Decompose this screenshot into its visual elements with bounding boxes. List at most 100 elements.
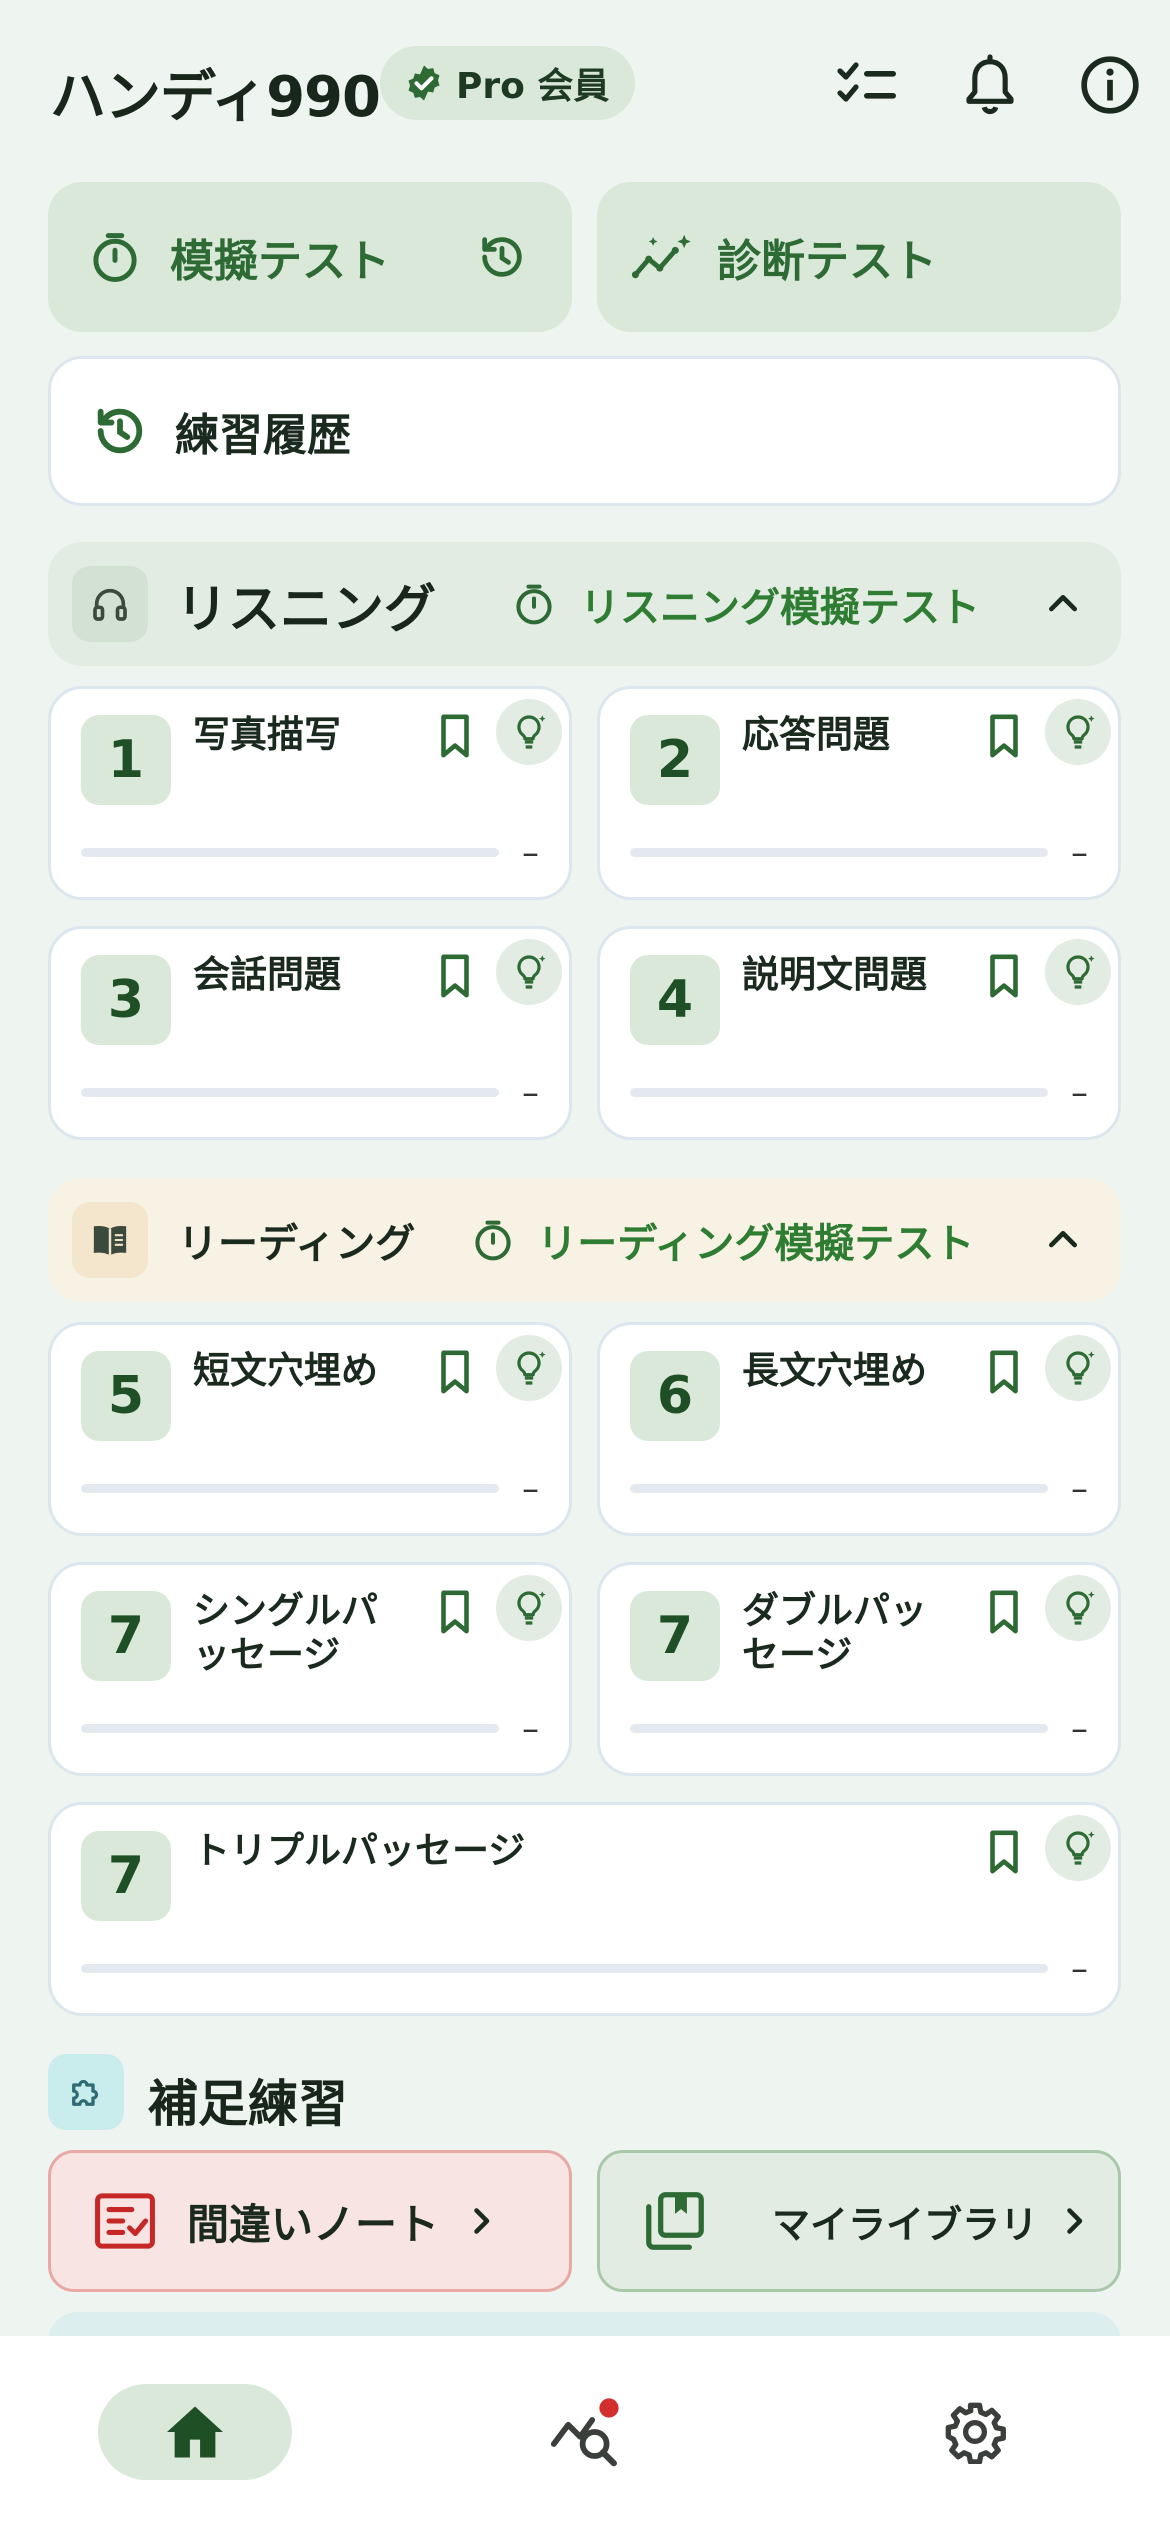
history-icon[interactable] xyxy=(476,231,528,283)
lightbulb-sparkle-icon[interactable] xyxy=(496,1575,562,1641)
progress-bar xyxy=(630,848,1048,857)
nav-settings[interactable] xyxy=(925,2384,1025,2480)
bookmark-icon[interactable] xyxy=(984,1829,1024,1875)
progress-bar xyxy=(81,1724,499,1733)
timer-icon xyxy=(475,1220,511,1261)
score-value: – xyxy=(522,1709,539,1749)
part-title-line: シングルパ xyxy=(193,1589,378,1632)
part-title: 会話問題 xyxy=(193,953,341,996)
nav-analytics[interactable] xyxy=(535,2384,635,2480)
score-value: – xyxy=(1071,1469,1088,1509)
part-title: シングルパ ッセージ xyxy=(193,1589,378,1678)
part-card[interactable]: 7 ダブルパッ セージ – xyxy=(597,1562,1121,1776)
bookmark-icon[interactable] xyxy=(435,953,475,999)
bell-icon[interactable] xyxy=(955,50,1025,120)
part-number: 5 xyxy=(81,1351,171,1441)
my-library-button[interactable]: マイライブラリ xyxy=(597,2150,1121,2292)
score-value: – xyxy=(1071,1949,1088,1989)
mistake-notes-button[interactable]: 間違いノート xyxy=(48,2150,572,2292)
pro-member-badge[interactable]: Pro 会員 xyxy=(380,46,636,120)
chevron-up-icon[interactable] xyxy=(1043,584,1083,624)
lightbulb-sparkle-icon[interactable] xyxy=(496,1335,562,1401)
practice-history-label: 練習履歴 xyxy=(175,410,351,461)
app-title: ハンディ990 xyxy=(50,65,381,130)
part-title: ダブルパッ セージ xyxy=(742,1589,927,1678)
chevron-up-icon[interactable] xyxy=(1043,1220,1083,1260)
progress-bar xyxy=(630,1484,1048,1493)
reading-title: リーディング xyxy=(178,1221,416,1267)
bookmark-icon[interactable] xyxy=(984,1589,1024,1635)
progress-bar xyxy=(630,1088,1048,1097)
part-number: 3 xyxy=(81,955,171,1045)
part-number: 1 xyxy=(81,715,171,805)
part-title: 応答問題 xyxy=(742,713,890,756)
settings-icon xyxy=(945,2402,1006,2464)
part-title: 写真描写 xyxy=(193,713,341,756)
score-value: – xyxy=(522,1469,539,1509)
part-card[interactable]: 6 長文穴埋め – xyxy=(597,1322,1121,1536)
part-card[interactable]: 7 トリプルパッセージ – xyxy=(48,1802,1121,2016)
lightbulb-sparkle-icon[interactable] xyxy=(1045,1575,1111,1641)
bookmark-icon[interactable] xyxy=(984,1349,1024,1395)
bottom-navigation xyxy=(0,2336,1170,2532)
supplementary-title: 補足練習 xyxy=(148,2075,348,2133)
practice-history-button[interactable]: 練習履歴 xyxy=(48,356,1121,506)
bookmark-icon[interactable] xyxy=(984,953,1024,999)
part-title-line: ッセージ xyxy=(193,1633,341,1677)
progress-bar xyxy=(81,1484,499,1493)
analytics-icon xyxy=(550,2398,619,2467)
trend-sparkle-icon xyxy=(631,234,691,279)
lightbulb-sparkle-icon[interactable] xyxy=(1045,1335,1111,1401)
bookmark-icon[interactable] xyxy=(435,1349,475,1395)
diagnostic-test-label: 診断テスト xyxy=(717,236,937,287)
chevron-right-icon xyxy=(1067,2208,1083,2234)
part-number: 7 xyxy=(81,1591,171,1681)
listening-mock-test-link[interactable]: リスニング模擬テスト xyxy=(580,575,980,633)
lightbulb-sparkle-icon[interactable] xyxy=(496,699,562,765)
listening-title: リスニング xyxy=(176,579,437,640)
timer-icon xyxy=(93,233,137,282)
bookmark-icon[interactable] xyxy=(984,713,1024,759)
lightbulb-sparkle-icon[interactable] xyxy=(1045,939,1111,1005)
mock-test-button[interactable]: 模擬テスト xyxy=(48,182,572,332)
book-icon xyxy=(72,1202,148,1278)
headphones-icon xyxy=(72,566,148,642)
score-value: – xyxy=(1071,1709,1088,1749)
bookmark-icon[interactable] xyxy=(435,713,475,759)
timer-icon xyxy=(516,584,552,625)
mistake-notes-label: 間違いノート xyxy=(187,2199,440,2249)
bookmark-icon[interactable] xyxy=(435,1589,475,1635)
part-card[interactable]: 1 写真描写 – xyxy=(48,686,572,900)
checklist-document-icon xyxy=(95,2193,155,2249)
library-bookmark-icon xyxy=(646,2192,704,2250)
part-card[interactable]: 2 応答問題 – xyxy=(597,686,1121,900)
part-card[interactable]: 5 短文穴埋め – xyxy=(48,1322,572,1536)
lightbulb-sparkle-icon[interactable] xyxy=(496,939,562,1005)
progress-bar xyxy=(81,1088,499,1097)
pro-badge-label: Pro 会員 xyxy=(456,66,610,107)
part-number: 2 xyxy=(630,715,720,805)
diagnostic-test-button[interactable]: 診断テスト xyxy=(597,182,1121,332)
part-title: 短文穴埋め xyxy=(193,1349,378,1392)
listening-section-header[interactable]: リスニング リスニング模擬テスト xyxy=(48,542,1121,666)
part-number: 6 xyxy=(630,1351,720,1441)
part-card[interactable]: 4 説明文問題 – xyxy=(597,926,1121,1140)
checklist-icon[interactable] xyxy=(833,50,903,120)
info-icon[interactable] xyxy=(1075,50,1145,120)
score-value: – xyxy=(522,833,539,873)
reading-section-header[interactable]: リーディング リーディング模擬テスト xyxy=(48,1178,1121,1302)
lightbulb-sparkle-icon[interactable] xyxy=(1045,699,1111,765)
part-title-line: ダブルパッ xyxy=(742,1589,927,1632)
part-card[interactable]: 7 シングルパ ッセージ – xyxy=(48,1562,572,1776)
part-title-line: セージ xyxy=(742,1633,853,1677)
part-number: 7 xyxy=(630,1591,720,1681)
home-icon xyxy=(167,2406,223,2458)
lightbulb-sparkle-icon[interactable] xyxy=(1045,1815,1111,1881)
score-value: – xyxy=(522,1073,539,1113)
my-library-label: マイライブラリ xyxy=(772,2202,1039,2247)
history-icon xyxy=(97,408,143,454)
reading-mock-test-link[interactable]: リーディング模擬テスト xyxy=(537,1211,974,1269)
nav-home[interactable] xyxy=(98,2384,292,2480)
part-number: 4 xyxy=(630,955,720,1045)
part-card[interactable]: 3 会話問題 – xyxy=(48,926,572,1140)
